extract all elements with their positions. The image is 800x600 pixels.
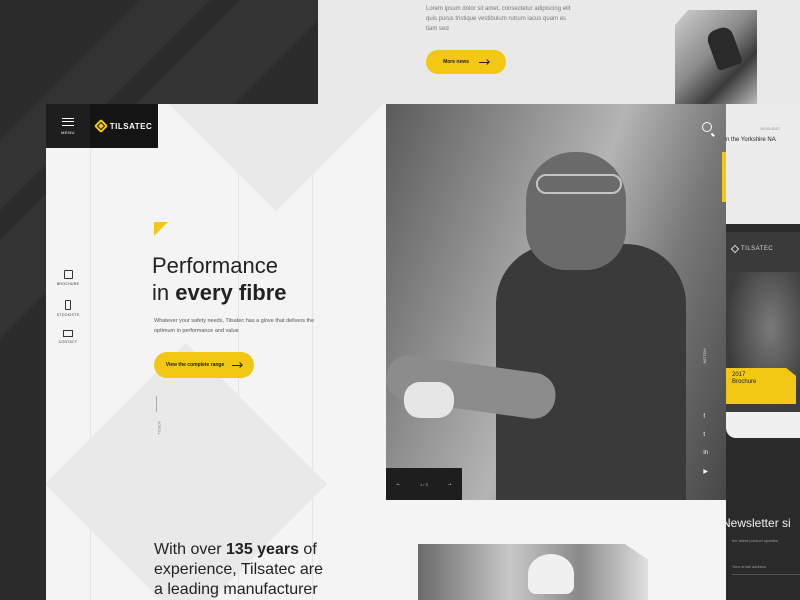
brochure-year: 2017 <box>732 372 746 378</box>
accent-triangle <box>154 222 168 236</box>
brochure-card[interactable]: 2017 Brochure <box>726 368 796 404</box>
newsletter-title: Newsletter si <box>722 516 791 530</box>
sidenav-label: BROCHURE <box>56 282 80 286</box>
logo-icon <box>730 244 740 254</box>
scroll-indicator-line <box>156 396 157 412</box>
bg-diamond <box>148 104 404 212</box>
sidenav-item-contact[interactable]: CONTACT <box>46 330 90 360</box>
social-links: f t in ▶ <box>703 414 708 475</box>
sidenav-label: CONTACT <box>58 340 78 344</box>
side-news-card[interactable]: 19.03.2017 n the Yorkshire NA <box>726 104 800 224</box>
side-navigation: BROCHURE STOCKISTS CONTACT <box>46 270 90 360</box>
intro-line1-bold: 135 years <box>226 541 299 558</box>
hero-image: FOLLOW f t in ▶ ← 1 / 3 → <box>386 104 726 500</box>
arrow-right-icon <box>478 61 489 63</box>
intro-line1: With over 135 years of <box>154 540 323 560</box>
grid-line <box>312 104 313 600</box>
mobile-logo: TILSATEC <box>730 244 774 254</box>
intro-line1-prefix: With over <box>154 541 227 558</box>
headline-line1: Performance <box>152 253 278 278</box>
worker-head <box>526 152 626 270</box>
accent-edge <box>722 152 726 202</box>
news-title: n the Yorkshire NA <box>726 137 776 143</box>
news-photo <box>675 10 757 104</box>
intro-line1-suffix: of <box>298 541 317 558</box>
mobile-logo-text: TILSATEC <box>741 246 774 252</box>
sidenav-label: STOCKISTS <box>56 313 80 317</box>
news-body-text: Lorem ipsum dolor sit amet, consectetur … <box>426 6 571 32</box>
cta-label: View the complete range <box>165 362 225 368</box>
email-underline <box>732 574 800 575</box>
hero-lead-text: Whatever your safety needs, Tilsatec has… <box>154 318 315 334</box>
prev-arrow-icon[interactable]: ← <box>395 481 401 487</box>
intro-line2: experience, Tilsatec are <box>154 561 323 578</box>
more-news-label: More news <box>443 59 469 65</box>
newsletter-email-field[interactable]: Your email address <box>732 564 766 569</box>
newsletter-subtitle: the latest product updates <box>732 538 779 543</box>
mobile-bottom <box>726 412 800 438</box>
linkedin-icon[interactable]: in <box>703 450 708 456</box>
headline-bold: every fibre <box>175 280 287 305</box>
search-icon[interactable] <box>702 122 712 132</box>
sidenav-item-brochure[interactable]: BROCHURE <box>46 270 90 300</box>
main-page: MENU TILSATEC BROCHURE STOCKISTS CONTACT… <box>46 104 726 600</box>
more-news-button[interactable]: More news <box>426 50 506 74</box>
facebook-icon[interactable]: f <box>703 414 708 420</box>
arrow-right-icon <box>232 364 243 366</box>
logo-text: TILSATEC <box>109 121 153 131</box>
mobile-preview: TILSATEC 2017 Brochure <box>726 232 800 438</box>
logo-icon <box>93 118 108 134</box>
next-arrow-icon[interactable]: → <box>447 481 453 487</box>
mail-icon <box>63 330 73 337</box>
follow-label: FOLLOW <box>702 348 707 364</box>
safety-glasses <box>536 174 622 194</box>
sidenav-item-stockists[interactable]: STOCKISTS <box>46 300 90 330</box>
menu-label: MENU <box>61 129 75 135</box>
scroll-label: SCROLL <box>157 420 162 436</box>
intro-line3: a leading manufacturer <box>154 581 318 598</box>
youtube-icon[interactable]: ▶ <box>703 468 708 475</box>
slide-counter: 1 / 3 <box>420 481 428 487</box>
slider-controls: ← 1 / 3 → <box>386 468 462 500</box>
menu-button[interactable]: MENU <box>46 104 90 148</box>
intro-heading: With over 135 years of experience, Tilsa… <box>154 540 323 600</box>
newsletter-section: Newsletter si the latest product updates… <box>722 474 800 600</box>
logo[interactable]: TILSATEC <box>90 104 158 148</box>
glove <box>404 382 454 418</box>
hero-headline: Performance in every fibre <box>152 252 287 306</box>
headline-prefix: in <box>152 280 176 305</box>
view-range-button[interactable]: View the complete range <box>154 352 254 378</box>
brochure-label: Brochure <box>732 379 757 385</box>
background-news-page: Lorem ipsum dolor sit amet, consectetur … <box>318 0 800 104</box>
hamburger-icon <box>62 117 74 126</box>
news-date: 19.03.2017 <box>760 126 781 131</box>
twitter-icon[interactable]: t <box>703 432 708 438</box>
phone-icon <box>65 300 71 310</box>
headline-line2: in every fibre <box>152 279 287 306</box>
intro-photo <box>418 544 648 600</box>
book-icon <box>63 270 73 279</box>
